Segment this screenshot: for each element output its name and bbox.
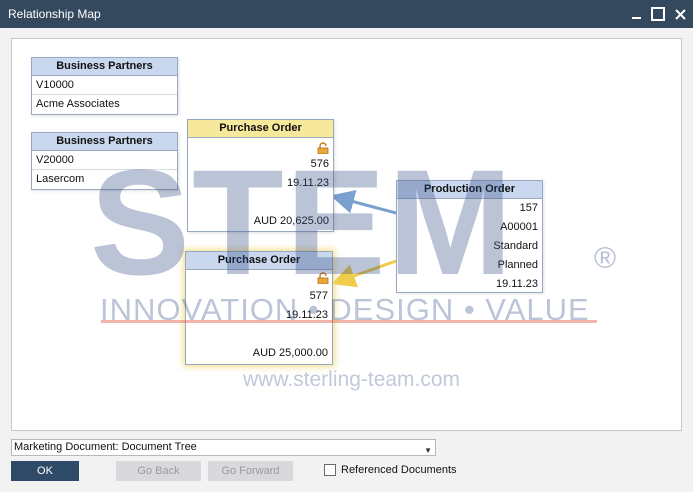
prod-number: 157: [519, 202, 538, 214]
relationship-map-canvas: Business Partners V10000 Acme Associates…: [11, 38, 682, 431]
link-production-to-po2: [331, 259, 397, 288]
purchase-order-node-577[interactable]: Purchase Order 577 19.11.23 AUD 25,000.0…: [185, 251, 333, 365]
node-header: Purchase Order: [186, 252, 332, 270]
prod-type: Standard: [493, 240, 538, 252]
document-tree-select[interactable]: Marketing Document: Document Tree ▼: [11, 439, 436, 456]
lock-icon: [317, 272, 329, 284]
relationship-map-window: Business Partners V10000 Acme Associates…: [0, 28, 693, 492]
lock-icon: [317, 142, 329, 154]
go-forward-button[interactable]: Go Forward: [208, 461, 293, 481]
node-header: Business Partners: [32, 133, 177, 151]
node-header: Purchase Order: [188, 120, 333, 138]
business-partner-node-v20000[interactable]: Business Partners V20000 Lasercom: [31, 132, 178, 190]
prod-status: Planned: [497, 259, 538, 271]
node-header: Production Order: [397, 181, 542, 199]
referenced-documents-checkbox[interactable]: [324, 464, 336, 476]
window-titlebar: Relationship Map: [0, 0, 693, 28]
po-date: 19.11.23: [286, 177, 329, 189]
close-icon[interactable]: [670, 4, 690, 24]
chevron-down-icon[interactable]: ▼: [424, 443, 432, 458]
bp-code: V20000: [32, 151, 177, 170]
maximize-icon[interactable]: [648, 4, 668, 24]
production-order-node-157[interactable]: Production Order 157 A00001 Standard Pla…: [396, 180, 543, 293]
prod-item: A00001: [500, 221, 538, 233]
window-title: Relationship Map: [8, 7, 101, 21]
po-amount: AUD 20,625.00: [253, 215, 329, 227]
po-date: 19.11.23: [285, 309, 328, 321]
ok-button[interactable]: OK: [11, 461, 79, 481]
purchase-order-node-576[interactable]: Purchase Order 576 19.11.23 AUD 20,625.0…: [187, 119, 334, 232]
bp-name: Acme Associates: [36, 98, 120, 110]
bp-code: V10000: [32, 76, 177, 95]
link-production-to-po1: [330, 190, 397, 215]
po-number: 577: [309, 290, 328, 302]
document-tree-select-value: Marketing Document: Document Tree: [14, 441, 197, 453]
referenced-documents-label: Referenced Documents: [341, 464, 457, 476]
go-back-button[interactable]: Go Back: [116, 461, 201, 481]
prod-date: 19.11.23: [495, 278, 538, 290]
po-amount: AUD 25,000.00: [252, 347, 328, 359]
po-number: 576: [310, 158, 329, 170]
node-header: Business Partners: [32, 58, 177, 76]
bp-name: Lasercom: [36, 173, 85, 185]
business-partner-node-v10000[interactable]: Business Partners V10000 Acme Associates: [31, 57, 178, 115]
minimize-icon[interactable]: [626, 4, 646, 24]
